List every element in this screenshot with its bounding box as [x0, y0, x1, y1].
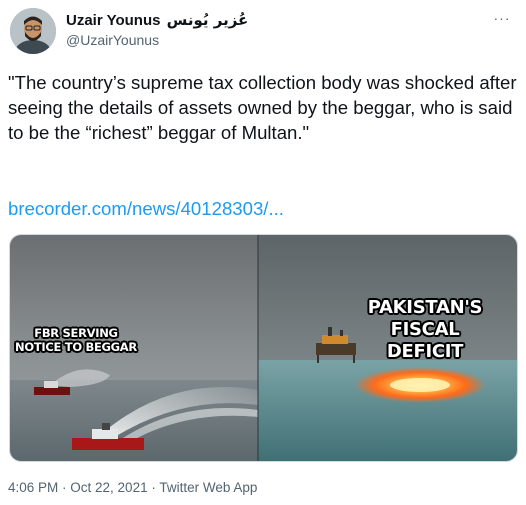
tweet-date[interactable]: Oct 22, 2021 [70, 480, 147, 495]
avatar-image [10, 8, 56, 54]
author-name-urdu: عُزیر یُونس [166, 11, 249, 29]
tweet-link[interactable]: brecorder.com/news/40128303/... [8, 196, 284, 221]
tweet-text: "The country’s supreme tax collection bo… [8, 72, 517, 143]
tweet-card: Uzair Younus عُزیر یُونس @UzairYounus ··… [0, 0, 526, 505]
tweet-source[interactable]: Twitter Web App [159, 480, 257, 495]
author-info: Uzair Younus عُزیر یُونس @UzairYounus [66, 11, 248, 49]
tweet-time[interactable]: 4:06 PM [8, 480, 58, 495]
author-name-latin: Uzair Younus [66, 12, 161, 29]
tweet-media-image[interactable]: FBR SERVING NOTICE TO BEGGAR PAKISTAN'S … [9, 234, 518, 462]
more-options-icon[interactable]: ··· [490, 8, 514, 28]
author-display-name[interactable]: Uzair Younus عُزیر یُونس [66, 11, 248, 30]
meme-label-right: PAKISTAN'S FISCAL DEFICIT [367, 297, 483, 362]
avatar[interactable] [10, 8, 56, 54]
meme-label-left: FBR SERVING NOTICE TO BEGGAR [15, 326, 137, 354]
author-handle[interactable]: @UzairYounus [66, 31, 248, 49]
meta-separator: · [58, 480, 71, 495]
meta-separator: · [147, 480, 160, 495]
tweet-metadata: 4:06 PM · Oct 22, 2021 · Twitter Web App [8, 480, 257, 496]
